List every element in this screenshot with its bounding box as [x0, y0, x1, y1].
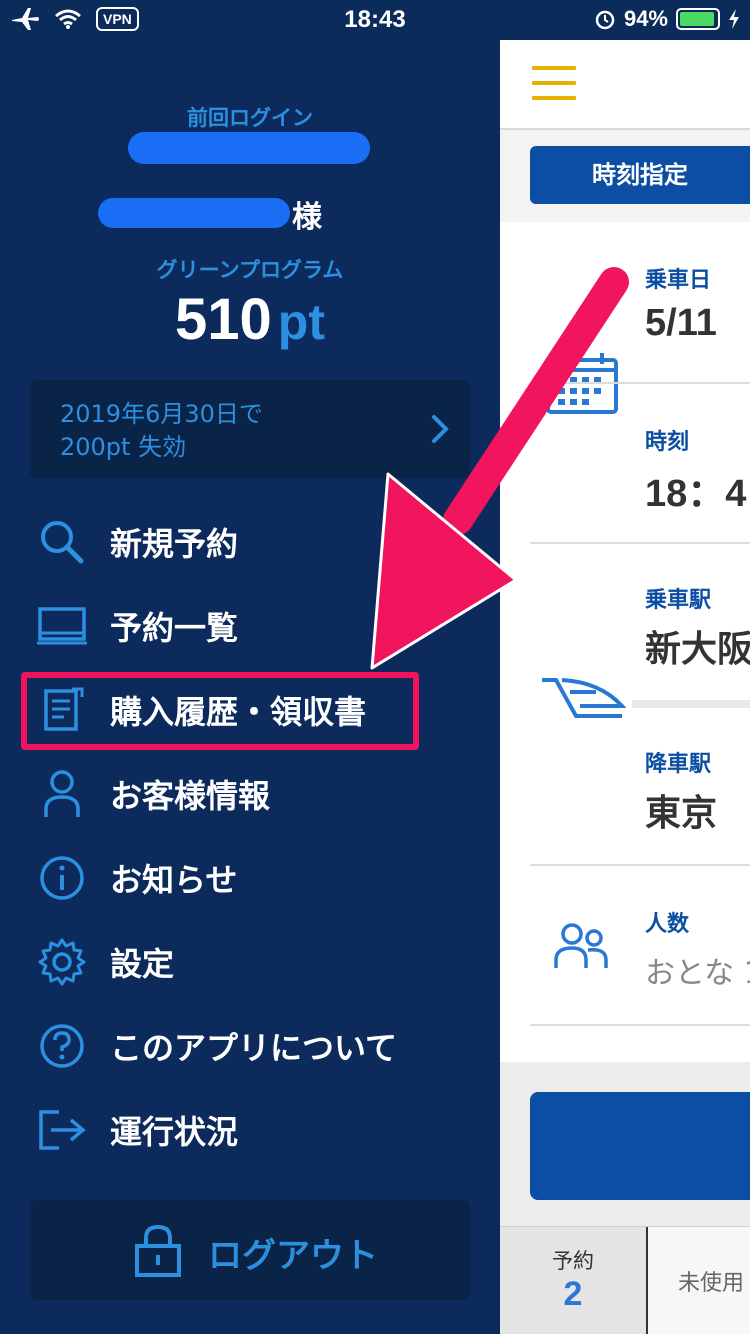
menu-label: 新規予約 — [110, 525, 239, 563]
person-icon — [36, 768, 88, 820]
tab-unused[interactable]: 未使用 — [678, 1265, 744, 1297]
search-icon — [36, 516, 88, 568]
battery-percent: 94% — [623, 6, 668, 31]
tab-count: 2 — [563, 1275, 583, 1313]
question-icon — [36, 1020, 88, 1072]
arrival-station-label: 降車駅 — [645, 752, 712, 777]
arrival-station-value[interactable]: 東京 — [645, 784, 717, 836]
passengers-label: 人数 — [645, 912, 690, 937]
charging-icon — [729, 9, 739, 29]
divider — [530, 864, 750, 866]
search-submit-button[interactable] — [530, 1092, 750, 1200]
menu-item-reservation-list[interactable]: 予約一覧 — [0, 584, 500, 668]
chevron-right-icon — [432, 415, 449, 443]
time-label: 時刻 — [645, 430, 690, 455]
divider — [530, 382, 750, 384]
menu-item-service-status[interactable]: 運行状況 — [0, 1088, 500, 1172]
highlight-annotation-box — [21, 672, 419, 750]
menu-label: お客様情報 — [110, 777, 271, 815]
points-unit: pt — [277, 294, 325, 350]
date-label: 乗車日 — [645, 268, 712, 293]
main-screen: 時刻指定 乗車日 5/11 時刻 18：4 乗車駅 新大阪 降車駅 東京 人数 … — [500, 40, 750, 1334]
station-separator — [632, 700, 750, 708]
battery-icon — [676, 8, 720, 30]
divider — [530, 542, 750, 544]
departure-station-value[interactable]: 新大阪 — [645, 620, 750, 672]
exit-arrow-icon — [36, 1104, 88, 1156]
menu-item-customer-info[interactable]: お客様情報 — [0, 752, 500, 836]
menu-item-about-app[interactable]: このアプリについて — [0, 1004, 500, 1088]
hamburger-menu-icon[interactable] — [532, 66, 576, 102]
tab-label: 予約 — [552, 1249, 594, 1273]
redacted-user-name — [98, 198, 290, 228]
bottom-tab-bar: 予約 2 未使用 — [500, 1226, 750, 1334]
info-icon — [36, 852, 88, 904]
menu-item-notices[interactable]: お知らせ — [0, 836, 500, 920]
menu-label: 設定 — [110, 945, 175, 983]
menu-item-new-reservation[interactable]: 新規予約 — [0, 500, 500, 584]
tab-divider — [646, 1227, 648, 1334]
side-drawer: 前回ログイン 様 グリーンプログラム 510 pt 2019年6月30日で 200… — [0, 40, 500, 1334]
menu-label: お知らせ — [110, 861, 238, 899]
menu-label: 運行状況 — [110, 1113, 239, 1151]
program-label: グリーンプログラム — [156, 258, 344, 282]
expiry-text: 2019年6月30日で 200pt 失効 — [60, 398, 263, 464]
logout-button[interactable]: ログアウト — [30, 1200, 470, 1300]
drawer-menu: 新規予約 予約一覧 購入履歴・領収書 お客様情報 お知らせ 設定 このアプリにつ… — [0, 500, 500, 1172]
expiry-line-2: 200pt 失効 — [60, 433, 187, 461]
logout-label: ログアウト — [208, 1236, 378, 1276]
expiry-line-1: 2019年6月30日で — [60, 400, 263, 428]
tab-reservations[interactable]: 予約 2 — [500, 1227, 646, 1334]
divider — [530, 1024, 750, 1026]
train-icon — [542, 678, 626, 718]
passengers-value[interactable]: おとな 1 — [645, 948, 750, 992]
lock-icon — [135, 1224, 181, 1277]
people-icon — [554, 923, 608, 968]
time-specify-button[interactable]: 時刻指定 — [530, 146, 750, 204]
time-value[interactable]: 18：4 — [645, 462, 746, 517]
laptop-icon — [36, 600, 88, 652]
last-login-label: 前回ログイン — [187, 106, 313, 130]
departure-station-label: 乗車駅 — [645, 588, 712, 613]
menu-item-settings[interactable]: 設定 — [0, 920, 500, 1004]
redacted-login-time — [128, 132, 370, 164]
points-display: 510 pt — [0, 286, 500, 353]
menu-label: このアプリについて — [110, 1029, 398, 1067]
menu-label: 予約一覧 — [110, 609, 239, 647]
status-right: 94% — [594, 6, 740, 32]
gear-icon — [36, 936, 88, 988]
name-suffix: 様 — [292, 200, 322, 235]
status-bar: VPN 18:43 94% — [0, 0, 750, 40]
points-expiry-card[interactable]: 2019年6月30日で 200pt 失効 — [30, 380, 470, 478]
alarm-icon — [595, 10, 615, 30]
date-value[interactable]: 5/11 — [645, 302, 717, 345]
points-value: 510 — [175, 287, 272, 352]
